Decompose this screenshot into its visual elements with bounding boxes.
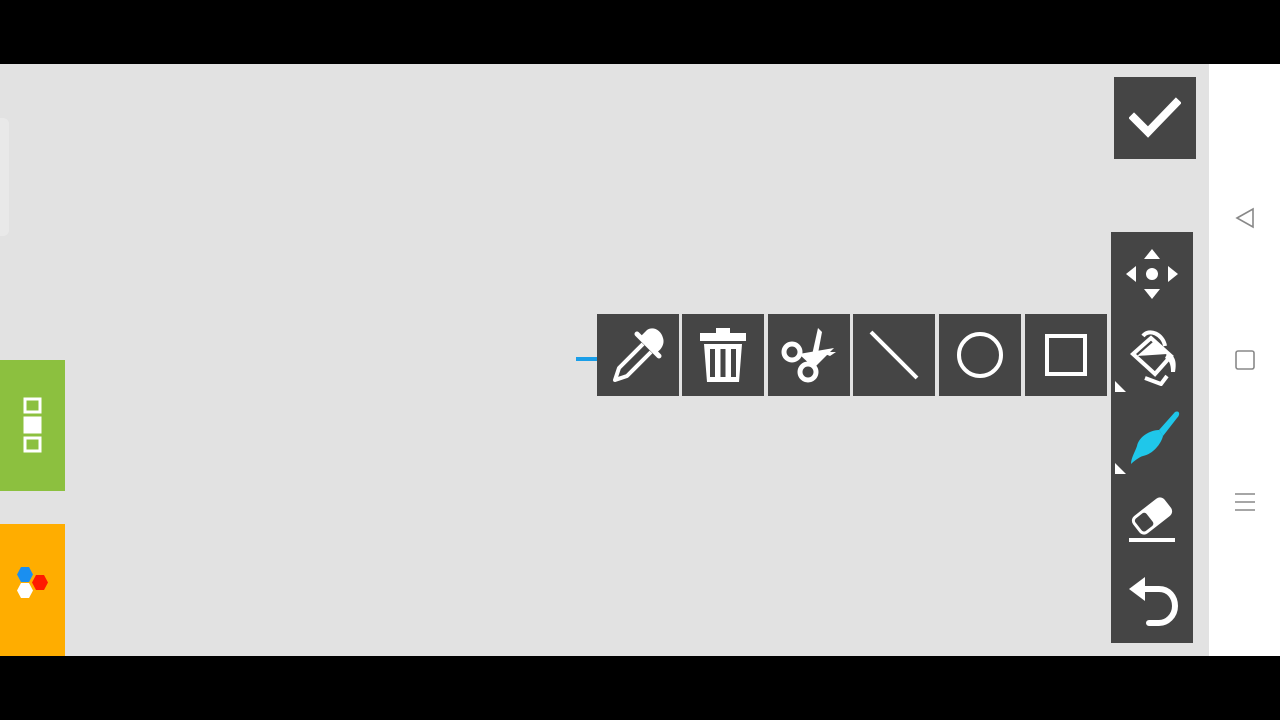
vertical-toolbar (1111, 232, 1193, 643)
system-navigation-bar (1209, 64, 1280, 656)
undo-icon (1129, 577, 1179, 626)
layers-icon (23, 397, 41, 452)
checkmark-icon (1129, 97, 1181, 138)
trash-icon (700, 328, 746, 382)
line-tool-button[interactable] (853, 314, 935, 396)
undo-button[interactable] (1111, 561, 1193, 643)
brush-tool-button[interactable] (1111, 396, 1193, 478)
eyedropper-tool-button[interactable] (597, 314, 679, 396)
scissors-icon (781, 328, 836, 383)
eraser-icon (1129, 497, 1175, 542)
rectangle-tool-button[interactable] (1025, 314, 1107, 396)
edge-drawer-handle[interactable] (0, 118, 9, 236)
delete-tool-button[interactable] (682, 314, 764, 396)
drawing-canvas[interactable] (0, 64, 1209, 656)
confirm-button[interactable] (1114, 77, 1196, 159)
cut-tool-button[interactable] (768, 314, 850, 396)
eyedropper-icon (613, 328, 664, 382)
menu-button[interactable] (1209, 482, 1280, 522)
menu-icon (1234, 493, 1255, 511)
circle-icon (957, 332, 1003, 378)
colors-tab[interactable] (0, 524, 65, 656)
home-icon (1234, 350, 1255, 370)
brush-icon (1131, 411, 1180, 464)
line-icon (869, 330, 919, 380)
layers-tab[interactable] (0, 360, 65, 491)
fill-tool-button[interactable] (1111, 314, 1193, 396)
submenu-indicator (1115, 381, 1126, 392)
move-icon (1126, 249, 1178, 299)
back-button[interactable] (1209, 198, 1280, 238)
home-button[interactable] (1209, 340, 1280, 380)
submenu-indicator (1115, 463, 1126, 474)
screen (0, 64, 1280, 656)
rectangle-icon (1045, 334, 1087, 376)
move-tool-button[interactable] (1111, 232, 1193, 314)
eraser-tool-button[interactable] (1111, 478, 1193, 560)
paint-bucket-icon (1130, 330, 1176, 386)
color-palette-icon (16, 567, 48, 598)
circle-tool-button[interactable] (939, 314, 1021, 396)
back-icon (1234, 207, 1254, 229)
stroke-preview-mark (576, 357, 598, 361)
